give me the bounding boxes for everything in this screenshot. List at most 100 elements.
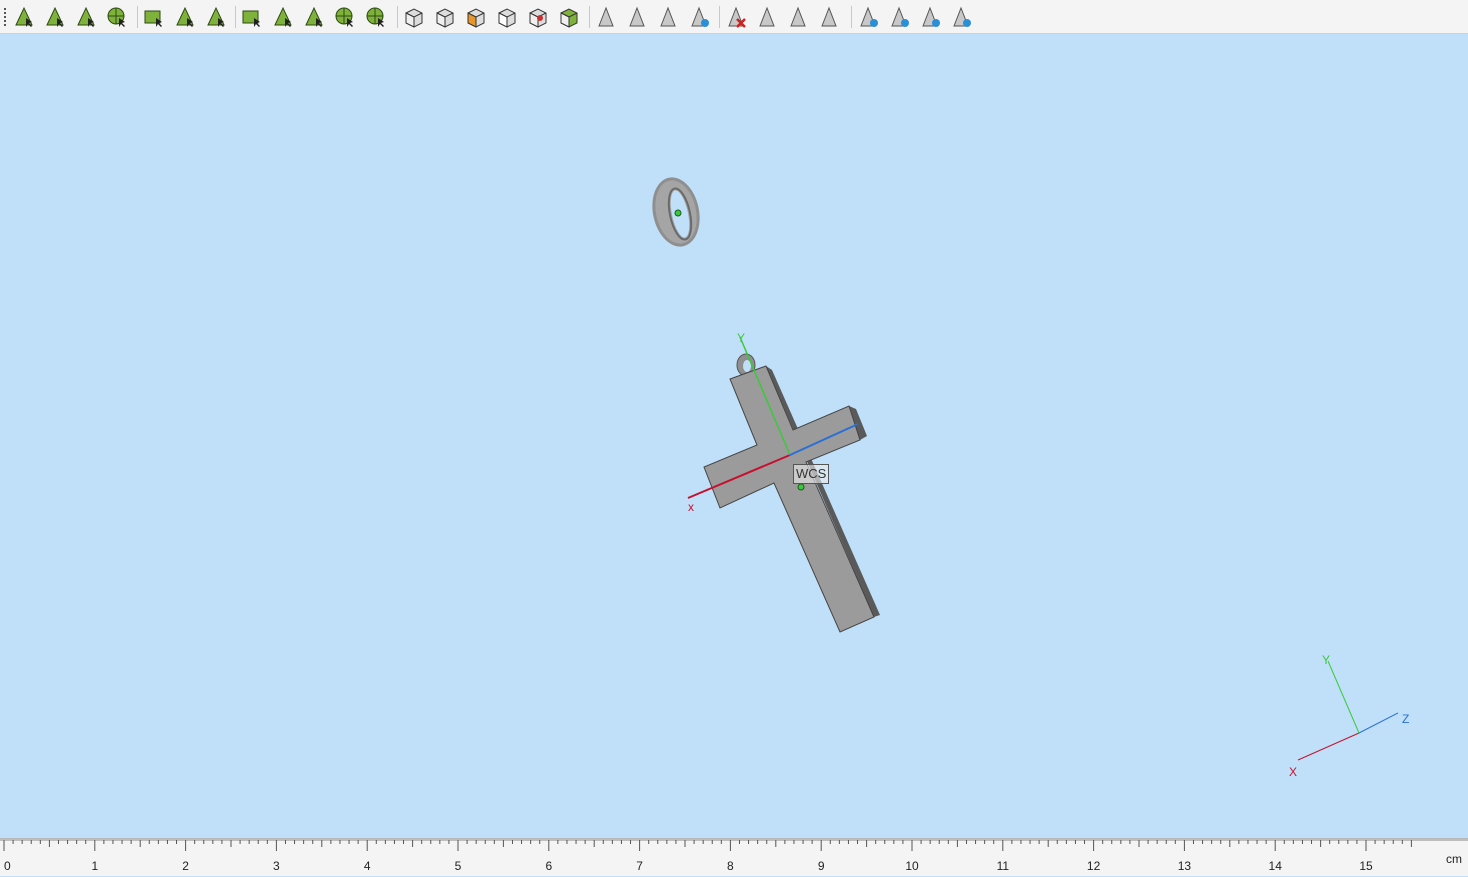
layer-plane-icon xyxy=(759,6,775,27)
box-color-button[interactable] xyxy=(464,5,488,29)
box-wire-button[interactable] xyxy=(495,5,519,29)
select-vertex-icon xyxy=(274,6,292,27)
gizmo-y-label: Y xyxy=(1322,653,1330,667)
select-cluster-button[interactable] xyxy=(302,5,326,29)
toolbar-separator xyxy=(137,6,138,28)
select-wheel-icon xyxy=(335,7,353,27)
select-wheel-button[interactable] xyxy=(333,5,357,29)
box-material-button[interactable] xyxy=(526,5,550,29)
ruler-tick-label: 3 xyxy=(273,859,280,873)
orientation-gizmo: X Y Z xyxy=(1289,653,1409,779)
scene-canvas[interactable]: x Y X Y Z xyxy=(0,35,1468,841)
select-rect-icon xyxy=(144,10,162,27)
ruler-scale: 0 1 2 3 4 5 6 7 8 9 10 11 12 13 14 15 xyxy=(0,839,1468,873)
ruler-tick-label: 9 xyxy=(818,859,825,873)
select-edge-button[interactable] xyxy=(12,5,36,29)
ruler-tick-label: 7 xyxy=(636,859,643,873)
box-wire-icon xyxy=(498,8,516,28)
main-toolbar xyxy=(0,0,1468,34)
box-shaded-icon xyxy=(436,8,454,28)
arrow-shade-icon xyxy=(660,6,676,27)
wcs-label: WCS xyxy=(793,464,830,484)
ruler-unit: cm xyxy=(1446,852,1462,866)
select-mesh-button[interactable] xyxy=(240,5,264,29)
box-shaded-button[interactable] xyxy=(433,5,457,29)
select-sphere-icon xyxy=(366,7,384,27)
layer-shade-icon xyxy=(821,6,837,27)
ruler-tick-label: 14 xyxy=(1269,859,1283,873)
box-view-icon xyxy=(405,8,423,28)
delete-light-button[interactable] xyxy=(724,5,748,29)
layer-shade-button[interactable] xyxy=(817,5,841,29)
ruler-tick-label: 8 xyxy=(727,859,734,873)
toolbar-separator xyxy=(589,6,590,28)
select-mesh-icon xyxy=(242,10,260,27)
eye-point-icon xyxy=(922,6,940,27)
gizmo-z-label: Z xyxy=(1402,712,1409,726)
cross-pivot-point xyxy=(797,483,805,491)
ruler-tick-label: 12 xyxy=(1087,859,1101,873)
ring-object[interactable] xyxy=(646,173,706,251)
arrow-light-button[interactable] xyxy=(594,5,618,29)
ruler-tick-label: 2 xyxy=(182,859,189,873)
eye-light-icon xyxy=(860,6,878,27)
box-texture-button[interactable] xyxy=(557,5,581,29)
layer-copy-button[interactable] xyxy=(786,5,810,29)
select-blob-icon xyxy=(176,6,194,27)
toolbar-separator xyxy=(397,6,398,28)
box-texture-icon xyxy=(560,8,578,28)
toolbar-separator xyxy=(235,6,236,28)
arrow-light-icon xyxy=(598,6,614,27)
toolbar-separator xyxy=(851,6,852,28)
ring-pivot-point xyxy=(674,209,682,217)
model-y-label: Y xyxy=(737,331,745,345)
select-spline-button[interactable] xyxy=(204,5,228,29)
ruler-tick-label: 13 xyxy=(1178,859,1192,873)
select-cluster-icon xyxy=(305,6,323,27)
select-spline-icon xyxy=(207,6,225,27)
select-sphere-button[interactable] xyxy=(364,5,388,29)
select-face-icon xyxy=(46,6,64,27)
select-curve-button[interactable] xyxy=(74,5,98,29)
box-material-icon xyxy=(529,8,547,28)
layer-plane-button[interactable] xyxy=(755,5,779,29)
eye-light-button[interactable] xyxy=(856,5,880,29)
box-view-button[interactable] xyxy=(402,5,426,29)
eye-point-button[interactable] xyxy=(918,5,942,29)
select-blob-button[interactable] xyxy=(173,5,197,29)
ruler-tick-label: 11 xyxy=(997,859,1010,873)
delete-light-icon xyxy=(728,6,746,28)
ruler-bar: 0 1 2 3 4 5 6 7 8 9 10 11 12 13 14 15 cm xyxy=(0,838,1468,876)
select-vertex-button[interactable] xyxy=(271,5,295,29)
ruler-tick-label: 15 xyxy=(1359,859,1373,873)
select-circle-icon xyxy=(107,7,125,27)
ruler-tick-label: 10 xyxy=(905,859,919,873)
arrow-plane-button[interactable] xyxy=(625,5,649,29)
select-circle-button[interactable] xyxy=(105,5,129,29)
arrow-plane-icon xyxy=(629,6,645,27)
model-x-label: x xyxy=(688,500,694,514)
toolbar-separator xyxy=(719,6,720,28)
ruler-tick-label: 1 xyxy=(91,859,98,873)
select-curve-icon xyxy=(77,6,95,27)
arrow-globe-icon xyxy=(691,6,709,27)
ruler-tick-label: 5 xyxy=(455,859,462,873)
ruler-tick-label: 0 xyxy=(4,859,11,873)
select-rect-button[interactable] xyxy=(142,5,166,29)
layer-copy-icon xyxy=(790,6,806,27)
ruler-tick-label: 6 xyxy=(545,859,552,873)
select-edge-icon xyxy=(15,6,33,27)
select-face-button[interactable] xyxy=(43,5,67,29)
box-color-icon xyxy=(467,8,485,28)
gizmo-x-label: X xyxy=(1289,765,1297,779)
eye-scan-button[interactable] xyxy=(887,5,911,29)
eye-scan-icon xyxy=(891,6,909,27)
3d-viewport[interactable]: x Y X Y Z xyxy=(0,35,1468,841)
cross-object[interactable]: x Y xyxy=(687,331,880,633)
arrow-shade-button[interactable] xyxy=(656,5,680,29)
eye-hide-button[interactable] xyxy=(949,5,973,29)
arrow-globe-button[interactable] xyxy=(687,5,711,29)
toolbar-grip[interactable] xyxy=(4,8,6,26)
eye-hide-icon xyxy=(953,6,971,27)
ruler-tick-label: 4 xyxy=(364,859,371,873)
